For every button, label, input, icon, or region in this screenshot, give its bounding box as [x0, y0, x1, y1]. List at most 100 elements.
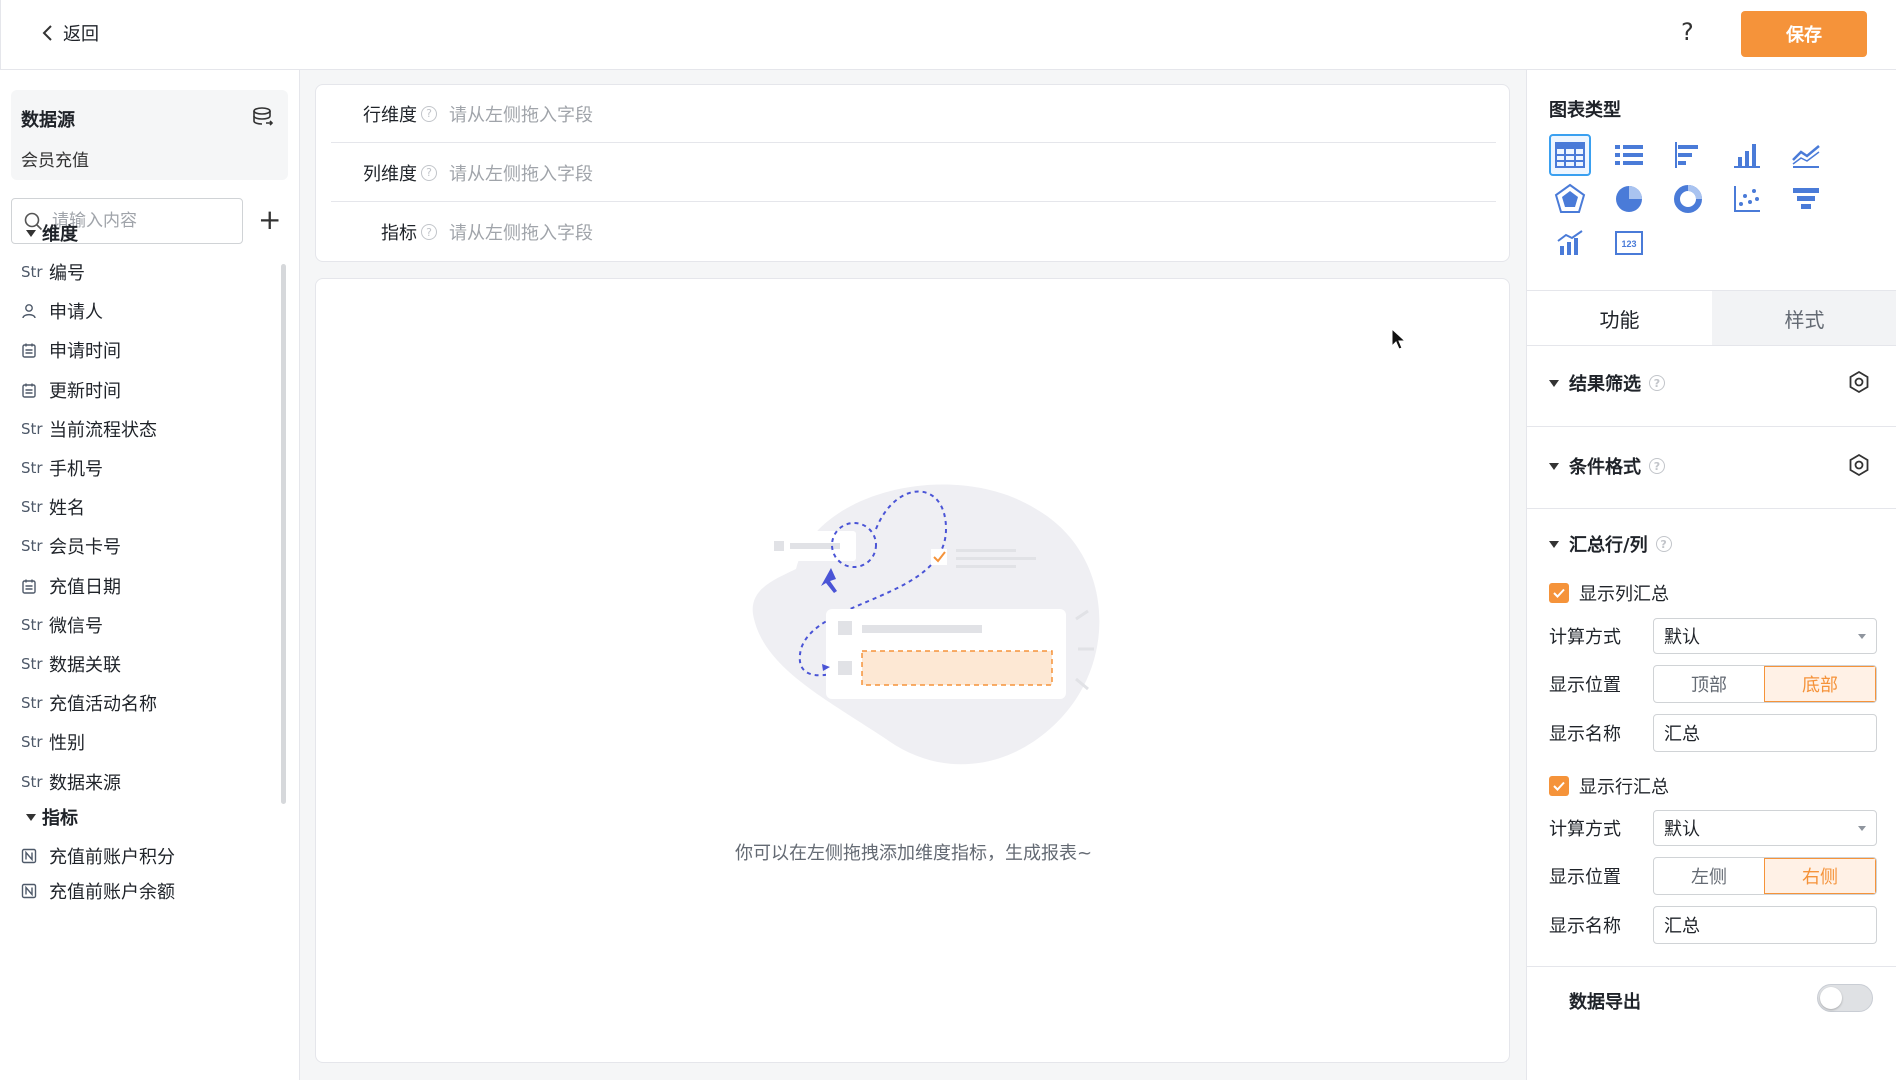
display-name-label: 显示名称 [1549, 724, 1621, 745]
dimension-field-item[interactable]: Str 姓名 [21, 494, 85, 520]
field-label: 姓名 [49, 498, 85, 520]
dimension-field-item[interactable]: Str 充值活动名称 [21, 690, 157, 716]
help-icon[interactable]: ? [1681, 18, 1694, 46]
column-dimension-dropzone[interactable]: 列维度? 请从左侧拖入字段 [331, 144, 1496, 202]
help-icon[interactable]: ? [1649, 458, 1665, 474]
conditional-format-section[interactable]: 条件格式 ? [1549, 453, 1665, 479]
dimension-group-header[interactable]: 维度 [26, 220, 78, 246]
column-calc-select[interactable]: 默认 [1653, 618, 1877, 654]
tab-style[interactable]: 样式 [1712, 291, 1896, 345]
dimension-field-item[interactable]: Str 会员卡号 [21, 533, 121, 559]
field-scrollbar[interactable] [281, 264, 286, 804]
mouse-cursor-icon [1391, 327, 1407, 350]
settings-tabs: 功能 样式 [1527, 290, 1896, 346]
donut-icon[interactable] [1667, 178, 1709, 220]
radar-icon[interactable] [1549, 178, 1591, 220]
show-column-summary-label: 显示列汇总 [1579, 584, 1669, 605]
field-label: 数据关联 [49, 655, 121, 676]
show-column-summary-checkbox[interactable]: 显示列汇总 [1549, 580, 1669, 606]
metric-group-header[interactable]: 指标 [26, 804, 78, 830]
line-icon[interactable] [1785, 134, 1827, 176]
settings-gear-icon[interactable] [1847, 453, 1871, 477]
dimension-field-item[interactable]: Str 当前流程状态 [21, 416, 157, 442]
combo-icon[interactable] [1549, 222, 1591, 264]
scatter-icon[interactable] [1726, 178, 1768, 220]
data-export-label: 数据导出 [1569, 992, 1641, 1013]
calc-method-label: 计算方式 [1549, 627, 1621, 648]
field-label: 当前流程状态 [49, 419, 157, 441]
datasource-card: 数据源 会员充值 [11, 90, 288, 180]
help-icon[interactable]: ? [1655, 536, 1672, 552]
field-label: 会员卡号 [49, 537, 121, 559]
result-filter-section[interactable]: 结果筛选 ? [1549, 370, 1665, 396]
string-type-icon: Str [21, 733, 43, 752]
column-calc-value: 默认 [1664, 627, 1700, 648]
position-top-option[interactable]: 顶部 [1654, 666, 1764, 702]
field-label: 充值日期 [49, 576, 121, 598]
dimension-field-item[interactable]: Str 编号 [21, 259, 85, 285]
caret-down-icon [26, 229, 36, 237]
dimension-field-item[interactable]: 申请时间 [21, 337, 121, 363]
bar-vertical-icon[interactable] [1726, 134, 1768, 176]
back-button[interactable]: 返回 [41, 20, 99, 46]
calendar-icon [21, 382, 41, 398]
table-icon[interactable] [1549, 134, 1591, 176]
position-bottom-option[interactable]: 底部 [1764, 666, 1876, 702]
string-type-icon: Str [21, 263, 43, 281]
summary-section[interactable]: 汇总行/列 ? [1549, 531, 1672, 557]
datasource-name: 会员充值 [21, 151, 89, 171]
save-button[interactable]: 保存 [1741, 11, 1867, 57]
row-dimension-dropzone[interactable]: 行维度? 请从左侧拖入字段 [331, 85, 1496, 143]
data-export-toggle[interactable] [1817, 984, 1873, 1012]
database-switch-icon[interactable] [252, 106, 274, 128]
dimension-field-item[interactable]: Str 性别 [21, 729, 85, 755]
column-dimension-placeholder: 请从左侧拖入字段 [449, 163, 593, 185]
row-calc-select[interactable]: 默认 [1653, 810, 1877, 846]
position-left-option[interactable]: 左侧 [1654, 858, 1764, 894]
field-label: 申请时间 [49, 341, 121, 363]
help-icon[interactable]: ? [421, 224, 437, 240]
funnel-icon[interactable] [1785, 178, 1827, 220]
position-right-option[interactable]: 右侧 [1764, 858, 1876, 894]
field-label: 编号 [49, 263, 85, 284]
metric-field-item[interactable]: 充值前账户余额 [21, 878, 175, 904]
dimension-field-item[interactable]: 充值日期 [21, 573, 121, 599]
calendar-icon [21, 578, 41, 594]
field-label: 手机号 [49, 459, 103, 480]
dimension-group-label: 维度 [42, 224, 78, 245]
caret-down-icon [1549, 462, 1559, 470]
column-summary-name-input[interactable]: 汇总 [1653, 714, 1877, 752]
row-position-row: 显示位置 左侧 右侧 [1549, 857, 1877, 895]
search-input[interactable] [52, 207, 232, 235]
calc-method-label: 计算方式 [1549, 819, 1621, 840]
top-bar: 返回 ? 保存 [0, 0, 1896, 70]
metric-dropzone[interactable]: 指标? 请从左侧拖入字段 [331, 203, 1496, 261]
dimension-field-item[interactable]: Str 数据来源 [21, 769, 121, 795]
show-row-summary-checkbox[interactable]: 显示行汇总 [1549, 773, 1669, 799]
divider [1527, 966, 1896, 967]
add-field-button[interactable]: + [258, 206, 281, 234]
conditional-format-label: 条件格式 [1569, 457, 1641, 478]
metric-field-item[interactable]: 充值前账户积分 [21, 843, 175, 869]
string-type-icon: Str [21, 615, 43, 634]
dimension-field-item[interactable]: Str 手机号 [21, 455, 103, 481]
dimension-field-item[interactable]: 更新时间 [21, 377, 121, 403]
caret-down-icon [26, 813, 36, 821]
dimension-field-item[interactable]: Str 数据关联 [21, 651, 121, 677]
row-dimension-placeholder: 请从左侧拖入字段 [449, 104, 593, 126]
tab-function[interactable]: 功能 [1527, 291, 1712, 345]
bar-horizontal-icon[interactable] [1667, 134, 1709, 176]
row-summary-name-input[interactable]: 汇总 [1653, 906, 1877, 944]
help-icon[interactable]: ? [1649, 375, 1665, 391]
dimension-field-item[interactable]: 申请人 [21, 298, 103, 324]
pie-icon[interactable] [1608, 178, 1650, 220]
dimension-config-card: 行维度? 请从左侧拖入字段 列维度? 请从左侧拖入字段 指标? 请从左侧拖入字段 [315, 84, 1510, 262]
dimension-field-item[interactable]: Str 微信号 [21, 612, 103, 638]
help-icon[interactable]: ? [421, 164, 437, 181]
field-label: 充值前账户余额 [49, 882, 175, 903]
help-icon[interactable]: ? [421, 105, 437, 122]
row-dimension-label: 行维度 [363, 104, 417, 126]
number-card-icon[interactable]: 123 [1608, 222, 1650, 264]
list-icon[interactable] [1608, 134, 1650, 176]
settings-gear-icon[interactable] [1847, 370, 1871, 394]
